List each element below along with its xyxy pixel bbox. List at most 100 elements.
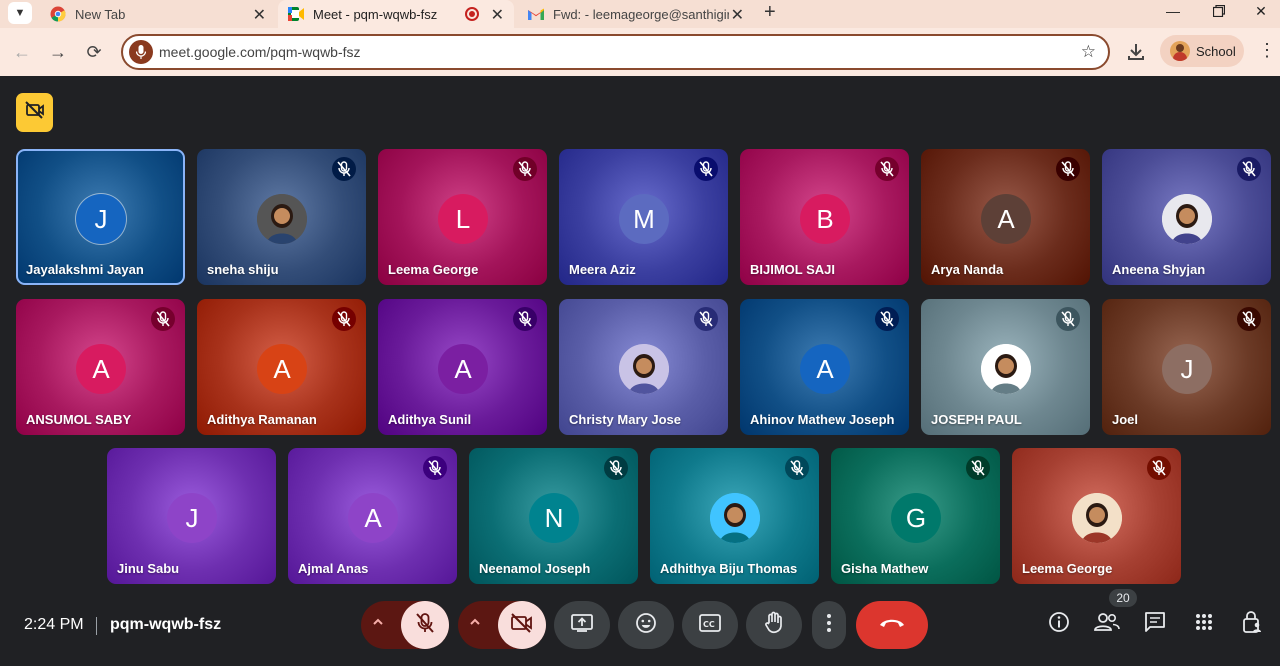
chevron-up-icon[interactable] — [372, 615, 384, 633]
lock-person-icon — [1241, 610, 1263, 639]
apps-grid-icon — [1195, 613, 1213, 636]
participant-tile-meera-aziz[interactable]: M Meera Aziz — [559, 149, 728, 285]
mic-off-icon — [415, 612, 435, 639]
participant-tile-jayalakshmi-jayan[interactable]: J Jayalakshmi Jayan — [16, 149, 185, 285]
maximize-window-icon[interactable] — [1196, 0, 1242, 22]
participant-name: Joel — [1112, 412, 1139, 427]
more-options-icon — [826, 613, 832, 638]
chevron-up-icon[interactable] — [469, 615, 481, 633]
emoji-icon — [635, 612, 657, 639]
profile-chip[interactable]: School — [1160, 35, 1244, 67]
captions-button[interactable]: CC — [682, 601, 738, 649]
meeting-details-button[interactable] — [1045, 610, 1073, 638]
participant-name: JOSEPH PAUL — [931, 412, 1022, 427]
avatar — [1170, 41, 1190, 61]
leave-call-button[interactable] — [856, 601, 928, 649]
back-arrow-icon[interactable]: ← — [10, 40, 34, 64]
muted-mic-icon — [1056, 157, 1080, 181]
avatar: M — [619, 194, 669, 244]
participant-tile-adithya-sunil[interactable]: A Adithya Sunil — [378, 299, 547, 435]
new-tab-plus-icon[interactable]: + — [764, 1, 776, 24]
participant-name: Christy Mary Jose — [569, 412, 681, 427]
chrome-icon — [50, 6, 66, 22]
tab-new-tab[interactable]: New Tab ✕ — [38, 0, 276, 28]
microphone-in-use-icon[interactable] — [129, 40, 153, 64]
chat-button[interactable] — [1141, 610, 1169, 638]
close-tab-icon[interactable]: ✕ — [253, 5, 266, 25]
avatar: J — [167, 493, 217, 543]
info-icon — [1048, 611, 1070, 638]
profile-photo — [981, 344, 1031, 394]
avatar-initial: A — [273, 353, 291, 384]
address-bar[interactable]: meet.google.com/pqm-wqwb-fsz ☆ — [121, 34, 1110, 70]
participant-tile-gisha-mathew[interactable]: G Gisha Mathew — [831, 448, 1000, 584]
no-recording-badge[interactable] — [16, 93, 53, 132]
avatar-initial: A — [816, 353, 834, 384]
muted-mic-icon — [513, 307, 537, 331]
profile-photo — [710, 493, 760, 543]
participant-tile-adithya-ramanan[interactable]: A Adithya Ramanan — [197, 299, 366, 435]
muted-mic-icon — [694, 307, 718, 331]
forward-arrow-icon[interactable]: → — [46, 40, 70, 64]
tab-title: New Tab — [75, 6, 126, 22]
close-tab-icon[interactable]: ✕ — [491, 5, 504, 25]
participant-tile-leema-george[interactable]: L Leema George — [378, 149, 547, 285]
participant-tile-joseph-paul[interactable]: JOSEPH PAUL — [921, 299, 1090, 435]
participant-tile-sneha-shiju[interactable]: sneha shiju — [197, 149, 366, 285]
participant-name: Neenamol Joseph — [479, 561, 591, 576]
tab-search-button[interactable]: ▼ — [8, 2, 32, 24]
host-controls-button[interactable] — [1238, 610, 1266, 638]
close-tab-icon[interactable]: ✕ — [731, 5, 744, 25]
profile-photo — [619, 344, 669, 394]
minimize-window-icon[interactable]: — — [1150, 0, 1196, 22]
participant-tile-bijimol-saji[interactable]: B BIJIMOL SAJI — [740, 149, 909, 285]
muted-mic-icon — [151, 307, 175, 331]
people-icon — [1094, 612, 1120, 637]
avatar: A — [76, 344, 126, 394]
profile-label: School — [1196, 43, 1236, 59]
participant-tile-aneena-shyjan[interactable]: Aneena Shyjan — [1102, 149, 1271, 285]
participant-tile-jinu-sabu[interactable]: J Jinu Sabu — [107, 448, 276, 584]
muted-mic-icon — [332, 307, 356, 331]
muted-mic-icon — [875, 307, 899, 331]
avatar-initial: J — [94, 203, 108, 234]
raise-hand-button[interactable] — [746, 601, 802, 649]
participant-tile-ajmal-anas[interactable]: A Ajmal Anas — [288, 448, 457, 584]
profile-photo — [1162, 194, 1212, 244]
download-icon[interactable] — [1126, 42, 1146, 67]
participant-tile-christy-mary-jose[interactable]: Christy Mary Jose — [559, 299, 728, 435]
participant-name: Jinu Sabu — [117, 561, 180, 576]
camera-toggle-button[interactable] — [498, 601, 546, 649]
tab-title: Meet - pqm-wqwb-fsz — [313, 6, 438, 22]
activities-button[interactable] — [1190, 610, 1218, 638]
participant-tile-arya-nanda[interactable]: A Arya Nanda — [921, 149, 1090, 285]
more-options-button[interactable] — [812, 601, 846, 649]
bookmark-star-icon[interactable]: ☆ — [1081, 42, 1096, 62]
participant-tile-ahinov-mathew-joseph[interactable]: A Ahinov Mathew Joseph — [740, 299, 909, 435]
muted-mic-icon — [1237, 307, 1261, 331]
avatar-initial: B — [816, 203, 834, 234]
raise-hand-icon — [763, 611, 785, 640]
present-screen-button[interactable] — [554, 601, 610, 649]
close-window-icon[interactable]: ✕ — [1238, 0, 1280, 22]
participant-tile-joel[interactable]: J Joel — [1102, 299, 1271, 435]
participant-tile-adhithya-biju-thomas[interactable]: Adhithya Biju Thomas — [650, 448, 819, 584]
participant-tile-leema-george[interactable]: Leema George — [1012, 448, 1181, 584]
browser-menu-icon[interactable]: ⋮ — [1258, 40, 1276, 61]
participant-tile-neenamol-joseph[interactable]: N Neenamol Joseph — [469, 448, 638, 584]
avatar: J — [76, 194, 126, 244]
mic-toggle-button[interactable] — [401, 601, 449, 649]
participant-name: Leema George — [1022, 561, 1113, 576]
meeting-code: pqm-wqwb-fsz — [110, 616, 222, 633]
camera-off-icon — [510, 612, 534, 638]
people-button[interactable] — [1093, 610, 1121, 638]
avatar: L — [438, 194, 488, 244]
url-text: meet.google.com/pqm-wqwb-fsz — [159, 44, 361, 60]
reload-icon[interactable]: ⟳ — [82, 40, 106, 64]
participant-tile-ansumol-saby[interactable]: A ANSUMOL SABY — [16, 299, 185, 435]
muted-mic-icon — [1237, 157, 1261, 181]
tab-gmail[interactable]: Fwd: - leemageorge@santhigiri ✕ — [516, 0, 754, 28]
emoji-reactions-button[interactable] — [618, 601, 674, 649]
avatar-initial: G — [905, 502, 927, 533]
tab-meet[interactable]: Meet - pqm-wqwb-fsz ✕ — [278, 0, 514, 28]
